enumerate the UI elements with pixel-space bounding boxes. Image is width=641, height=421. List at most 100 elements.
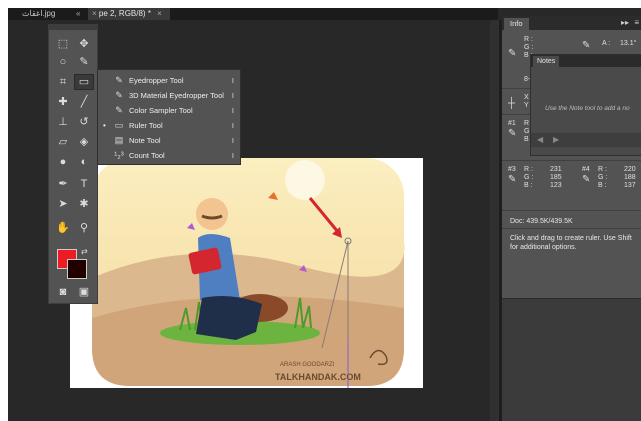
info-panel: Info ▸▸ ≡ ✎ R : G : B : ✎ A : 13.1° 8-bi… [502,16,641,421]
canvas-scrollbar[interactable] [490,20,499,421]
sampler-4-r-value: 220 [624,166,636,173]
notes-footer: ◀ ▶ [531,133,641,147]
move-tool-icon[interactable]: ✥ [75,37,93,51]
sampler-4-b-label: B : [598,182,607,189]
info-separator [502,210,641,211]
eraser-tool-icon[interactable]: ▱ [54,135,72,149]
quick-mask-icon[interactable]: ◙ [54,285,72,299]
info-separator [502,160,641,161]
swap-colors-icon[interactable]: ⇄ [81,247,88,256]
crop-tool-icon[interactable]: ⌗ [54,75,72,89]
sampler-4-g-value: 188 [624,174,636,181]
tools-panel: ⬚ ✥ ○ ✎ ⌗ ▭ ✚ ╱ ⊥ ↺ ▱ ◈ ● ◐ ✒ T ➤ ✱ ✋ ⚲ … [48,24,98,304]
sampler-3-label: #3 [508,166,516,173]
next-note-icon[interactable]: ▶ [553,135,559,144]
marquee-tool-icon[interactable]: ⬚ [54,37,72,51]
flyout-item-label: Color Sampler Tool [129,106,193,115]
info-angle-label: A : [602,40,611,47]
count-icon: ¹₂³ [114,150,124,160]
background-color-swatch[interactable] [67,259,87,279]
sampler-1-label: #1 [508,120,516,127]
tab-scroll-arrows-icon[interactable]: « [76,8,80,20]
note-icon: ▤ [114,135,124,145]
tab-active-label: pe 2, RGB/8) * [98,9,151,18]
history-brush-tool-icon[interactable]: ↺ [75,115,93,129]
pen-tool-icon[interactable]: ✒ [54,177,72,191]
tab-close-icon[interactable]: × [92,9,97,18]
lasso-tool-icon[interactable]: ○ [54,55,72,69]
screen-mode-icon[interactable]: ▣ [75,285,93,299]
paint-bucket-tool-icon[interactable]: ◈ [75,135,93,149]
tab-file[interactable]: اغقاث.jpg [22,8,55,20]
flyout-item-note[interactable]: ▤ Note Tool I [98,133,240,148]
brush-tool-icon[interactable]: ╱ [75,95,93,109]
flyout-item-shortcut: I [231,76,234,85]
previous-note-icon[interactable]: ◀ [537,135,543,144]
clone-stamp-tool-icon[interactable]: ⊥ [54,115,72,129]
info-r-label: R : [524,36,533,43]
photoshop-window: اغقاث.jpg « × pe 2, RGB/8) * × ARASH GOO… [8,8,641,421]
panel-dock-empty [502,299,641,421]
sampler-4-icon: ✎ [582,174,591,185]
flyout-item-color-sampler[interactable]: ✎ Color Sampler Tool I [98,103,240,118]
panel-collapse-icon[interactable]: ▸▸ [621,18,629,27]
sampler-3-b-label: B : [524,182,533,189]
panel-menu-icon[interactable]: ≡ [634,18,639,27]
artist-signature: ARASH GOODARZI [280,362,335,368]
flyout-item-shortcut: I [231,106,234,115]
flyout-item-shortcut: I [231,91,234,100]
hand-tool-icon[interactable]: ✋ [54,221,72,235]
document-tab-bar: اغقاث.jpg « × pe 2, RGB/8) * × [8,8,498,20]
artwork-caption: TALKHANDAK.COM [275,372,361,382]
tab-notes-label: Notes [537,58,556,65]
flyout-item-shortcut: I [231,121,234,130]
tab-active-document[interactable]: « × pe 2, RGB/8) * × [76,8,170,20]
flyout-item-count[interactable]: ¹₂³ Count Tool I [98,148,240,163]
3d-material-eyedropper-icon: ✎ [115,90,123,100]
flyout-item-ruler[interactable]: • ▭ Ruler Tool I [98,118,240,133]
sampler-3-g-label: G : [524,174,534,181]
tab-notes[interactable]: Notes [533,56,560,67]
sun-shape [285,160,325,200]
ruler-tool-icon[interactable]: ▭ [74,74,94,90]
zoom-tool-icon[interactable]: ⚲ [75,221,93,235]
color-sampler-icon: ✎ [115,105,123,115]
sampler-3-r-value: 231 [550,166,562,173]
info-x-label: X [524,94,529,101]
type-tool-icon[interactable]: T [75,177,93,191]
flyout-item-label: 3D Material Eyedropper Tool [129,91,224,100]
path-selection-tool-icon[interactable]: ➤ [54,197,72,211]
notes-hint-text: Use the Note tool to add a no [545,105,630,112]
blur-tool-icon[interactable]: ● [54,155,72,169]
sampler-3-icon: ✎ [508,174,517,185]
tab-info[interactable]: Info [504,18,529,30]
info-angle-icon: ✎ [582,40,591,51]
flyout-item-eyedropper[interactable]: ✎ Eyedropper Tool I [98,73,240,88]
document-size-info: Doc: 439.5K/439.5K [510,218,573,225]
dodge-tool-icon[interactable]: ◐ [75,155,93,169]
healing-brush-tool-icon[interactable]: ✚ [54,95,72,109]
info-panel-tabbar: Info ▸▸ ≡ [502,16,641,30]
flyout-item-3d-material-eyedropper[interactable]: ✎ 3D Material Eyedropper Tool I [98,88,240,103]
sampler-1-icon: ✎ [508,128,517,139]
info-y-label: Y [524,102,529,109]
sampler-3-b-value: 123 [550,182,562,189]
tools-panel-grip[interactable] [49,25,97,30]
info-g-label: G : [524,44,534,51]
artwork-illustration: ARASH GOODARZI TALKHANDAK.COM [92,158,405,388]
shape-tool-icon[interactable]: ✱ [75,197,93,211]
tab-close-icon-2[interactable]: × [157,9,162,18]
tool-help-text: Click and drag to create ruler. Use Shif… [510,235,632,251]
sampler-4-g-label: G : [598,174,608,181]
document-canvas[interactable]: ARASH GOODARZI TALKHANDAK.COM [70,158,423,388]
sampler-4-label: #4 [582,166,590,173]
sampler-4-r-label: R : [598,166,607,173]
eyedropper-icon: ✎ [115,75,123,85]
info-separator [502,228,641,229]
flyout-item-label: Eyedropper Tool [129,76,184,85]
character-jeans [196,296,262,340]
tab-file-label: اغقاث.jpg [22,9,56,18]
tab-info-label: Info [510,19,523,28]
sampler-4-b-value: 137 [624,182,636,189]
quick-selection-tool-icon[interactable]: ✎ [75,55,93,69]
